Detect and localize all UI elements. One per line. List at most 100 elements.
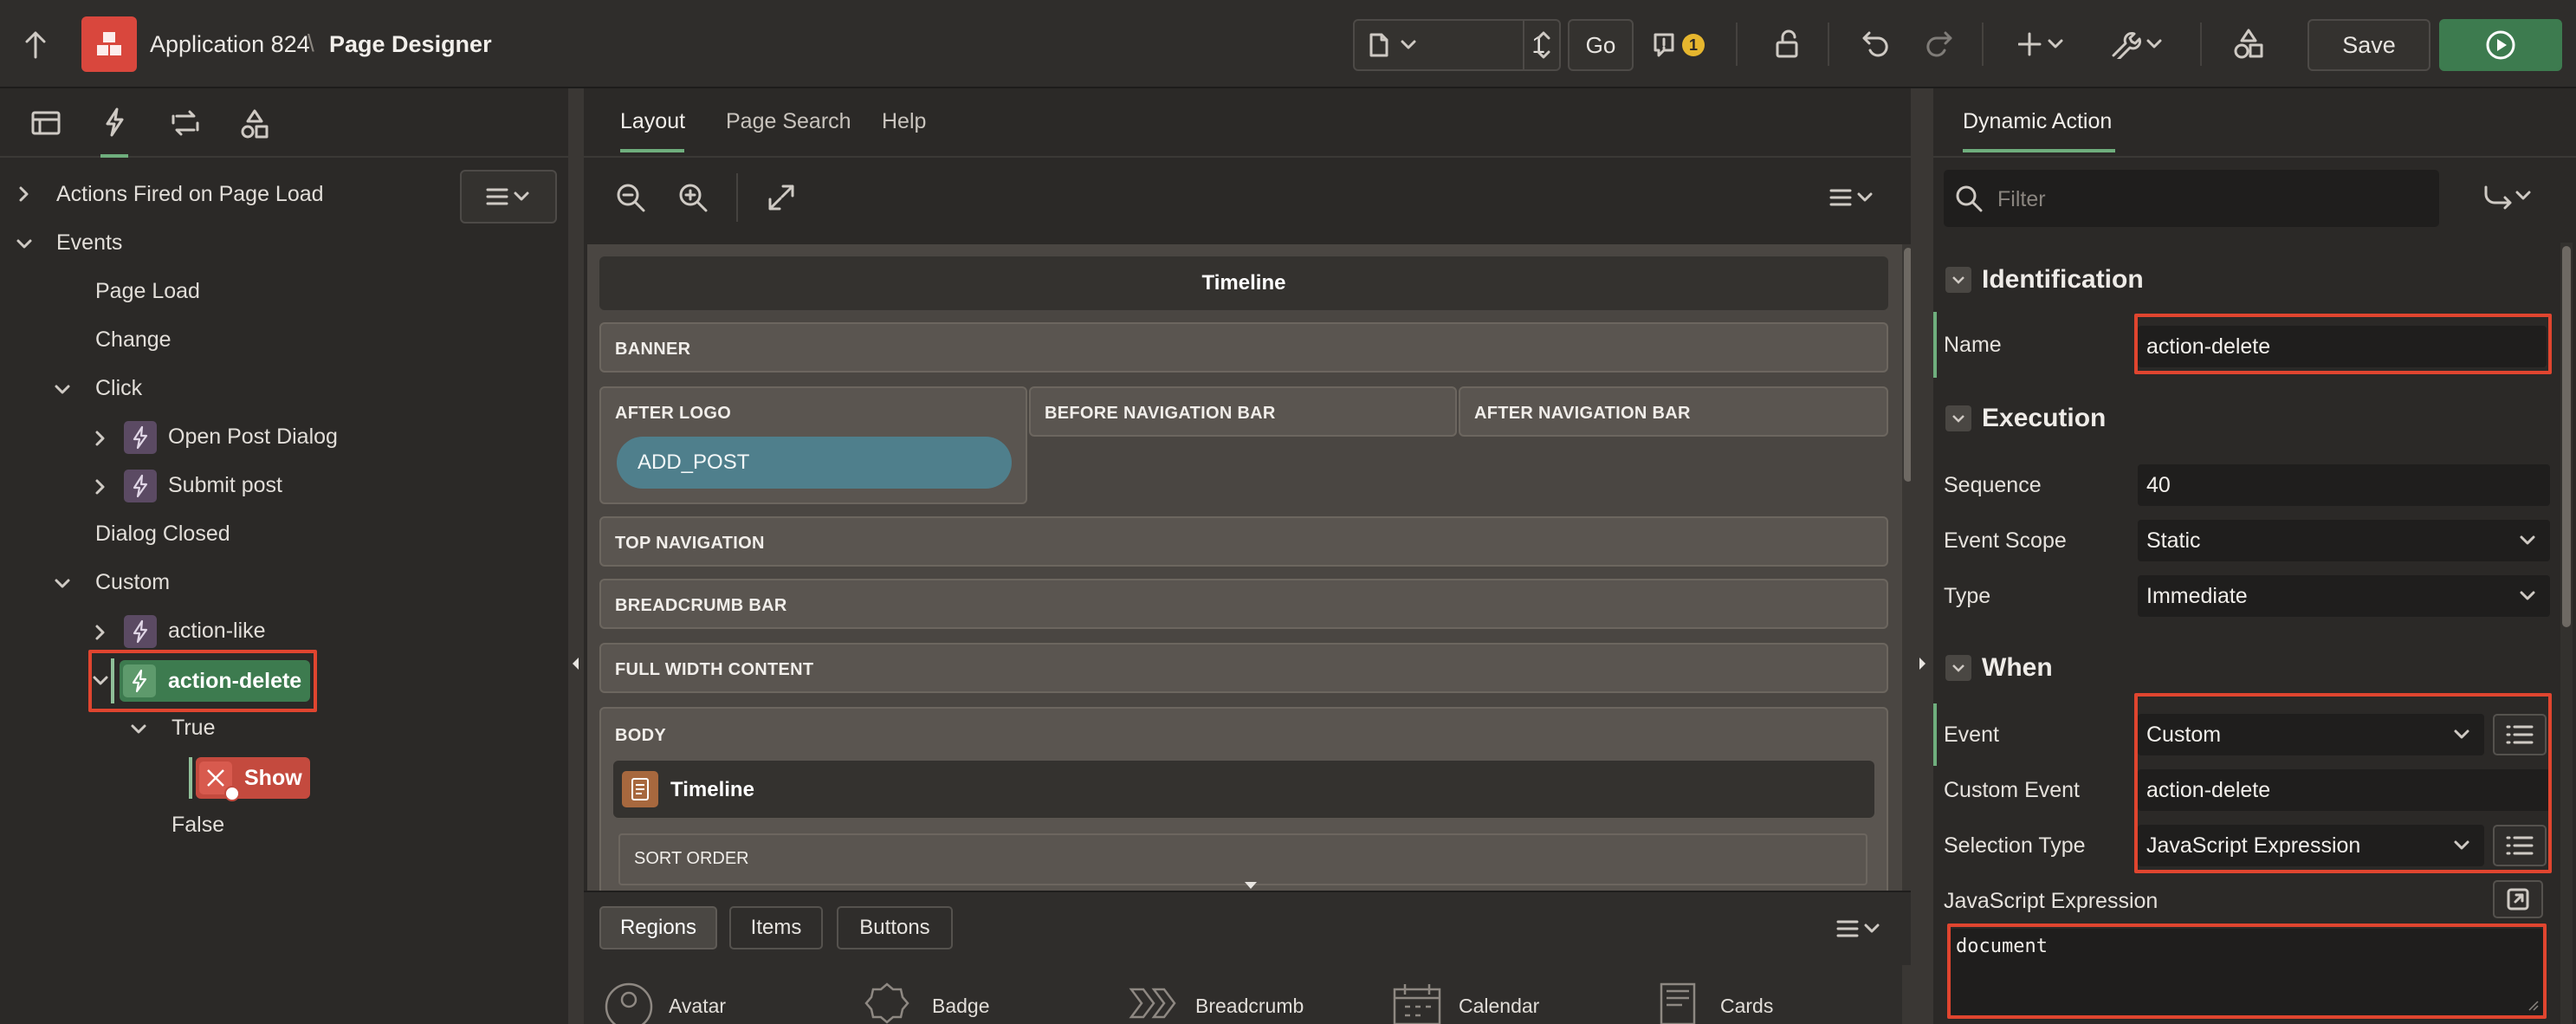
region-banner[interactable]: BANNER	[599, 322, 1888, 373]
region-label: BEFORE NAVIGATION BAR	[1045, 404, 1276, 423]
gallery-tab-items[interactable]: Items	[729, 906, 823, 949]
sort-order-slot[interactable]: SORT ORDER	[618, 833, 1867, 885]
tree-menu-button[interactable]	[460, 170, 557, 224]
gallery-item-cards[interactable]: Cards	[1720, 995, 1773, 1018]
sequence-field[interactable]: 40	[2138, 464, 2550, 506]
processing-tab-icon[interactable]	[170, 109, 201, 137]
go-to-group-button[interactable]	[2482, 184, 2534, 211]
chevron-down-icon[interactable]	[16, 236, 33, 253]
redo-icon[interactable]	[1923, 29, 1954, 59]
breadcrumb-icon[interactable]	[1128, 984, 1180, 1022]
gallery-menu-button[interactable]	[1835, 918, 1883, 939]
gallery-tab-regions[interactable]: Regions	[599, 906, 717, 949]
lock-icon[interactable]	[1774, 29, 1803, 59]
tree-node-change[interactable]: Change	[95, 327, 172, 353]
divider	[1933, 156, 2576, 158]
tree-node-page-load[interactable]: Page Load	[95, 279, 200, 304]
gallery-item-calendar[interactable]: Calendar	[1459, 995, 1539, 1018]
chevron-down-icon[interactable]	[1945, 655, 1971, 681]
page-region-title[interactable]: Timeline	[599, 256, 1888, 310]
tree-node-dialog-closed[interactable]: Dialog Closed	[95, 522, 230, 547]
zoom-in-icon[interactable]	[677, 182, 709, 213]
save-button[interactable]: Save	[2307, 19, 2430, 71]
tree-node-events[interactable]: Events	[56, 230, 122, 256]
section-when[interactable]: When	[1982, 653, 2053, 683]
zoom-out-icon[interactable]	[615, 182, 646, 213]
region-after-nav[interactable]: AFTER NAVIGATION BAR	[1459, 386, 1888, 437]
chevron-down-icon	[2520, 591, 2535, 600]
region-before-nav[interactable]: BEFORE NAVIGATION BAR	[1029, 386, 1457, 437]
right-splitter[interactable]	[1911, 88, 1933, 1024]
scrollbar-thumb[interactable]	[2562, 246, 2571, 627]
section-execution[interactable]: Execution	[1982, 404, 2106, 433]
chevron-down-icon[interactable]	[92, 672, 109, 690]
tree-node-action-like[interactable]: action-like	[168, 619, 266, 644]
page-stepper[interactable]	[1523, 19, 1561, 71]
tab-dynamic-action[interactable]: Dynamic Action	[1963, 109, 2112, 134]
shared-components-tab-icon[interactable]	[239, 109, 270, 139]
timeline-region[interactable]: Timeline	[613, 761, 1874, 818]
region-full-width-content[interactable]: FULL WIDTH CONTENT	[599, 643, 1888, 693]
create-menu-button[interactable]	[2018, 31, 2067, 57]
tab-page-search[interactable]: Page Search	[726, 109, 851, 134]
avatar-icon[interactable]	[603, 981, 655, 1024]
tree-node-false[interactable]: False	[172, 813, 224, 838]
gallery-item-breadcrumb[interactable]: Breadcrumb	[1195, 995, 1304, 1018]
chevron-right-icon[interactable]	[92, 430, 109, 447]
gallery-item-badge[interactable]: Badge	[932, 995, 990, 1018]
divider	[584, 156, 1918, 158]
caret-down-icon[interactable]	[1242, 880, 1259, 891]
app-name[interactable]: Application 824	[150, 31, 310, 58]
rendering-tab-icon[interactable]	[31, 111, 61, 135]
type-select[interactable]: Immediate	[2138, 575, 2550, 617]
go-button[interactable]: Go	[1568, 19, 1634, 71]
section-identification[interactable]: Identification	[1982, 265, 2144, 295]
warnings-button[interactable]: 1	[1641, 19, 1717, 71]
tree-node-custom[interactable]: Custom	[95, 570, 170, 595]
chevron-down-icon[interactable]	[1945, 405, 1971, 431]
wrench-icon[interactable]	[2110, 29, 2165, 59]
breadcrumb-separator: \	[307, 29, 314, 56]
expand-icon[interactable]	[767, 184, 795, 211]
gallery-item-avatar[interactable]: Avatar	[669, 995, 726, 1018]
undo-icon[interactable]	[1861, 29, 1892, 59]
region-body[interactable]: BODY Timeline SORT ORDER	[599, 707, 1888, 891]
region-breadcrumb-bar[interactable]: BREADCRUMB BAR	[599, 579, 1888, 629]
region-after-logo[interactable]: AFTER LOGO ADD_POST	[599, 386, 1027, 504]
add-post-button[interactable]: ADD_POST	[617, 437, 1012, 489]
expand-editor-button[interactable]	[2493, 880, 2543, 918]
badge-icon[interactable]	[861, 981, 913, 1024]
layout-menu-button[interactable]	[1828, 187, 1876, 208]
tree-node-open-post-dialog[interactable]: Open Post Dialog	[168, 425, 338, 450]
tree-node-submit-post[interactable]: Submit post	[168, 473, 282, 498]
chevron-right-icon[interactable]	[92, 478, 109, 496]
chevron-down-icon[interactable]	[54, 575, 71, 593]
tree-node-show[interactable]: Show	[196, 757, 310, 801]
chevron-right-icon[interactable]	[16, 185, 33, 203]
filter-input[interactable]: Filter	[1944, 170, 2439, 227]
chevron-down-icon[interactable]	[1945, 267, 1971, 293]
chevron-right-icon[interactable]	[92, 624, 109, 641]
tab-layout[interactable]: Layout	[620, 109, 685, 134]
arrow-up-icon[interactable]	[24, 29, 47, 59]
run-button[interactable]	[2439, 19, 2562, 71]
region-top-navigation[interactable]: TOP NAVIGATION	[599, 516, 1888, 567]
chevron-down-icon[interactable]	[130, 721, 147, 738]
left-splitter[interactable]	[568, 88, 584, 1024]
chevron-down-icon[interactable]	[54, 381, 71, 399]
cards-icon[interactable]	[1654, 981, 1706, 1024]
tab-help[interactable]: Help	[882, 109, 926, 134]
type-value: Immediate	[2146, 583, 2248, 608]
tree-node-click[interactable]: Click	[95, 376, 142, 401]
calendar-icon[interactable]	[1391, 982, 1443, 1024]
page-title: Page Designer	[329, 31, 492, 57]
tree-node-actions-fired[interactable]: Actions Fired on Page Load	[56, 182, 324, 207]
app-icon[interactable]	[81, 16, 137, 72]
event-scope-select[interactable]: Static	[2138, 520, 2550, 561]
gallery-tab-buttons[interactable]: Buttons	[837, 906, 953, 949]
tree-node-true[interactable]: True	[172, 716, 215, 741]
shared-components-icon[interactable]	[2233, 28, 2264, 61]
property-scrollbar[interactable]	[2560, 243, 2573, 1024]
tree-node-action-delete[interactable]: action-delete	[120, 660, 310, 702]
dynamic-actions-tab-icon[interactable]	[104, 107, 125, 137]
